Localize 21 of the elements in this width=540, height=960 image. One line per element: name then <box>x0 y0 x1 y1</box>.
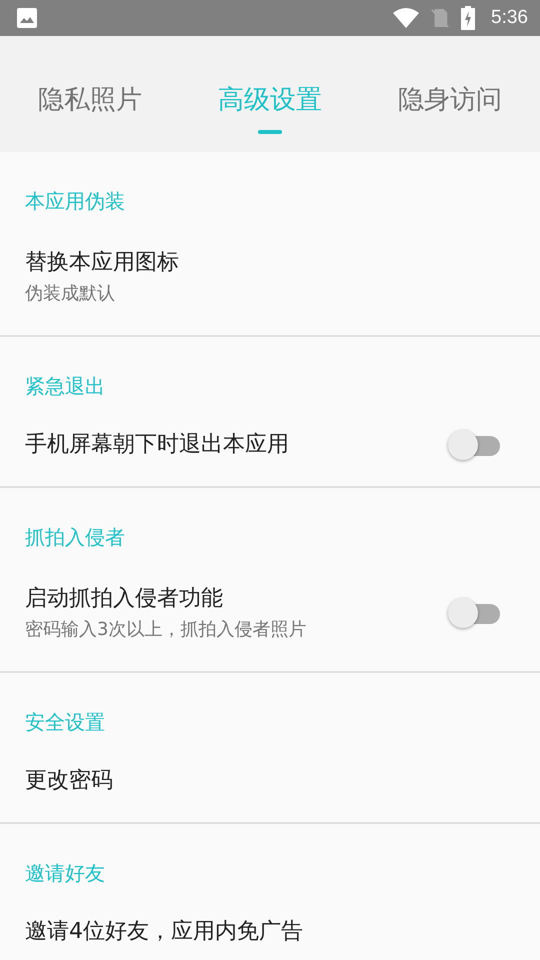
setting-title[interactable]: 邀请4位好友，应用内免广告 <box>25 916 500 946</box>
toggle-switch[interactable] <box>448 596 500 628</box>
setting-title[interactable]: 替换本应用图标 <box>25 247 500 277</box>
setting-subtitle: 伪装成默认 <box>25 282 116 305</box>
status-time: 5:36 <box>491 7 528 29</box>
setting-subtitle: 密码输入3次以上，抓拍入侵者照片 <box>25 618 308 641</box>
no-sim-icon <box>431 8 450 28</box>
tab[interactable]: 隐身访问 <box>360 36 540 152</box>
toggle-switch[interactable] <box>448 428 500 460</box>
tab[interactable]: 隐私照片 <box>0 36 180 152</box>
section-header: 紧急退出 <box>24 373 106 400</box>
setting-title[interactable]: 启动抓拍入侵者功能 <box>25 583 448 613</box>
setting-title[interactable]: 更改密码 <box>25 765 500 795</box>
image-icon <box>16 7 38 29</box>
section-header: 邀请好友 <box>24 860 106 887</box>
section-header: 安全设置 <box>24 709 106 736</box>
wifi-icon <box>393 8 420 28</box>
section-header: 抓拍入侵者 <box>24 524 126 551</box>
battery-charging-icon <box>461 6 476 30</box>
setting-title[interactable]: 手机屏幕朝下时退出本应用 <box>25 429 448 459</box>
section-header: 本应用伪装 <box>24 188 126 215</box>
